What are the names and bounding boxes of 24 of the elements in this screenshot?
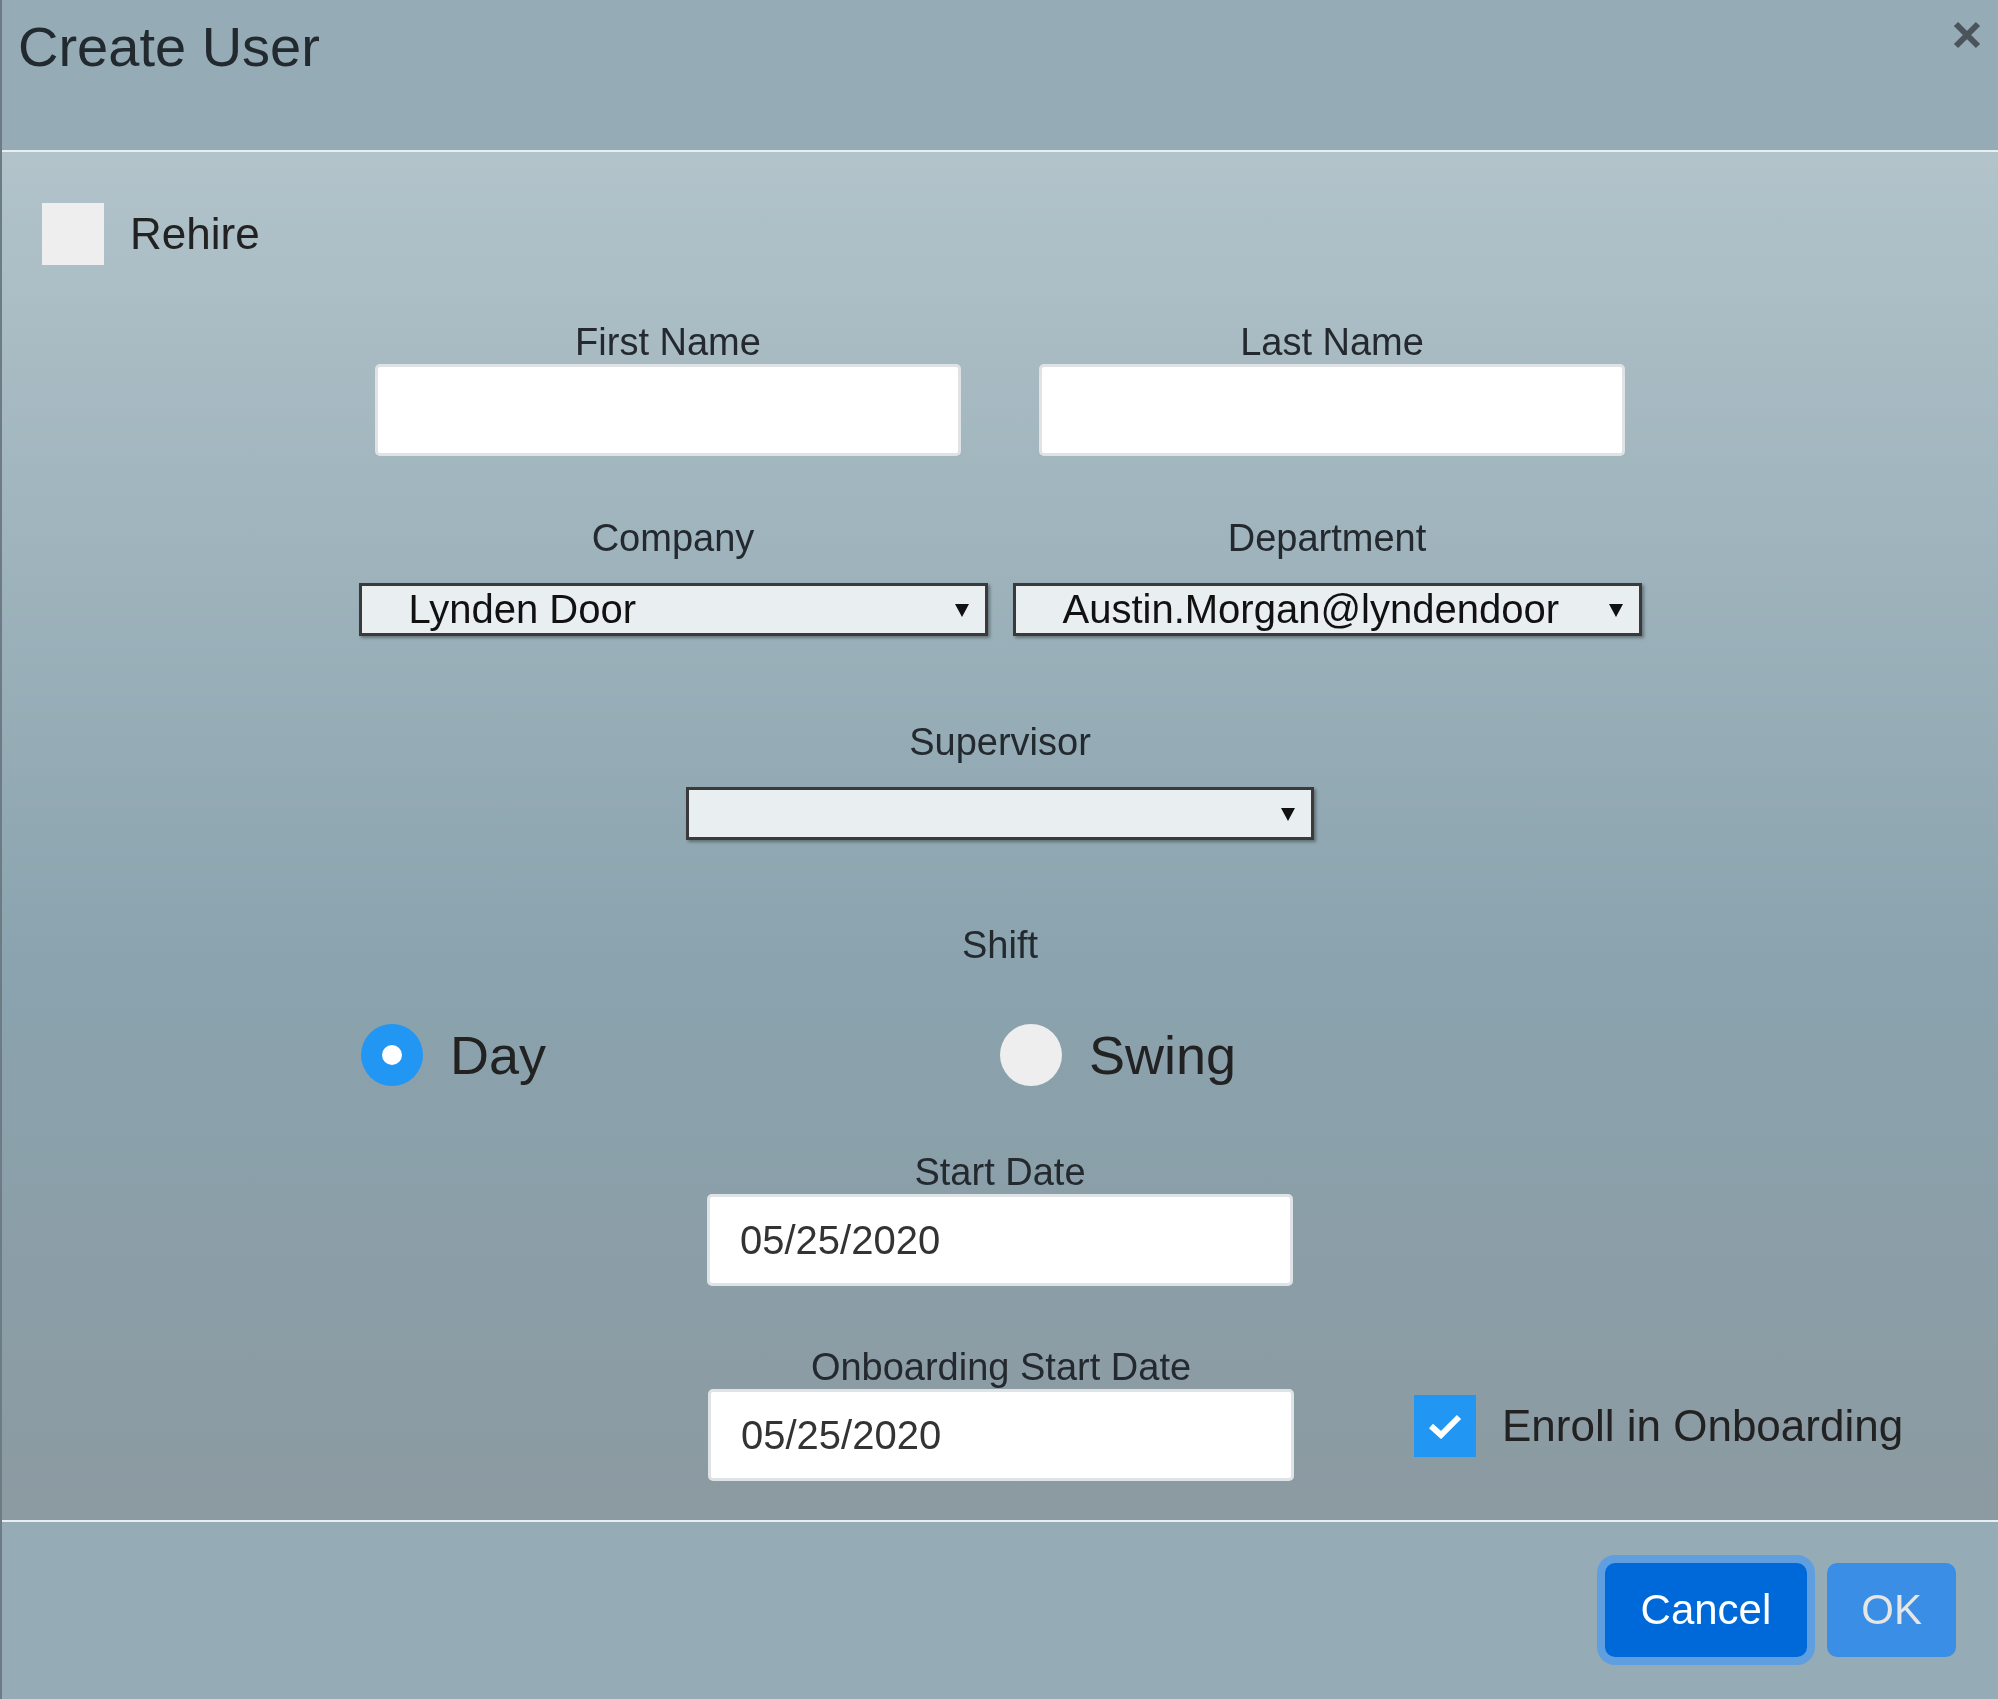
field-label: Company bbox=[590, 518, 756, 558]
checkbox-label: Enroll in Onboarding bbox=[1502, 1401, 1904, 1451]
field-label: Supervisor bbox=[908, 722, 1092, 762]
checkbox[interactable] bbox=[42, 203, 104, 265]
field-label: Onboarding Start Date bbox=[809, 1347, 1193, 1387]
field-label: Last Name bbox=[1239, 322, 1425, 362]
field-label: First Name bbox=[574, 322, 762, 362]
check-icon bbox=[1428, 1413, 1462, 1439]
field-label: Department bbox=[1226, 518, 1428, 558]
input-field[interactable] bbox=[375, 364, 961, 456]
close-icon[interactable] bbox=[1952, 20, 1982, 50]
field-label: Shift bbox=[960, 925, 1039, 965]
checkbox[interactable] bbox=[1414, 1395, 1476, 1457]
checkbox-label: Rehire bbox=[130, 209, 260, 259]
date-field[interactable]: 05/25/2020 bbox=[708, 1389, 1294, 1481]
radio-option[interactable]: Day bbox=[361, 1024, 1000, 1086]
input-field[interactable] bbox=[1039, 364, 1625, 456]
date-field[interactable]: 05/25/2020 bbox=[707, 1194, 1293, 1286]
dropdown[interactable]: Lynden Door bbox=[358, 583, 988, 636]
dropdown[interactable] bbox=[686, 787, 1314, 840]
dialog-title: Create User bbox=[18, 14, 320, 79]
radio-option[interactable]: Swing bbox=[1000, 1024, 1639, 1086]
field-label: Start Date bbox=[913, 1152, 1087, 1192]
dropdown[interactable]: Austin.Morgan@lyndendoor bbox=[1012, 583, 1642, 636]
